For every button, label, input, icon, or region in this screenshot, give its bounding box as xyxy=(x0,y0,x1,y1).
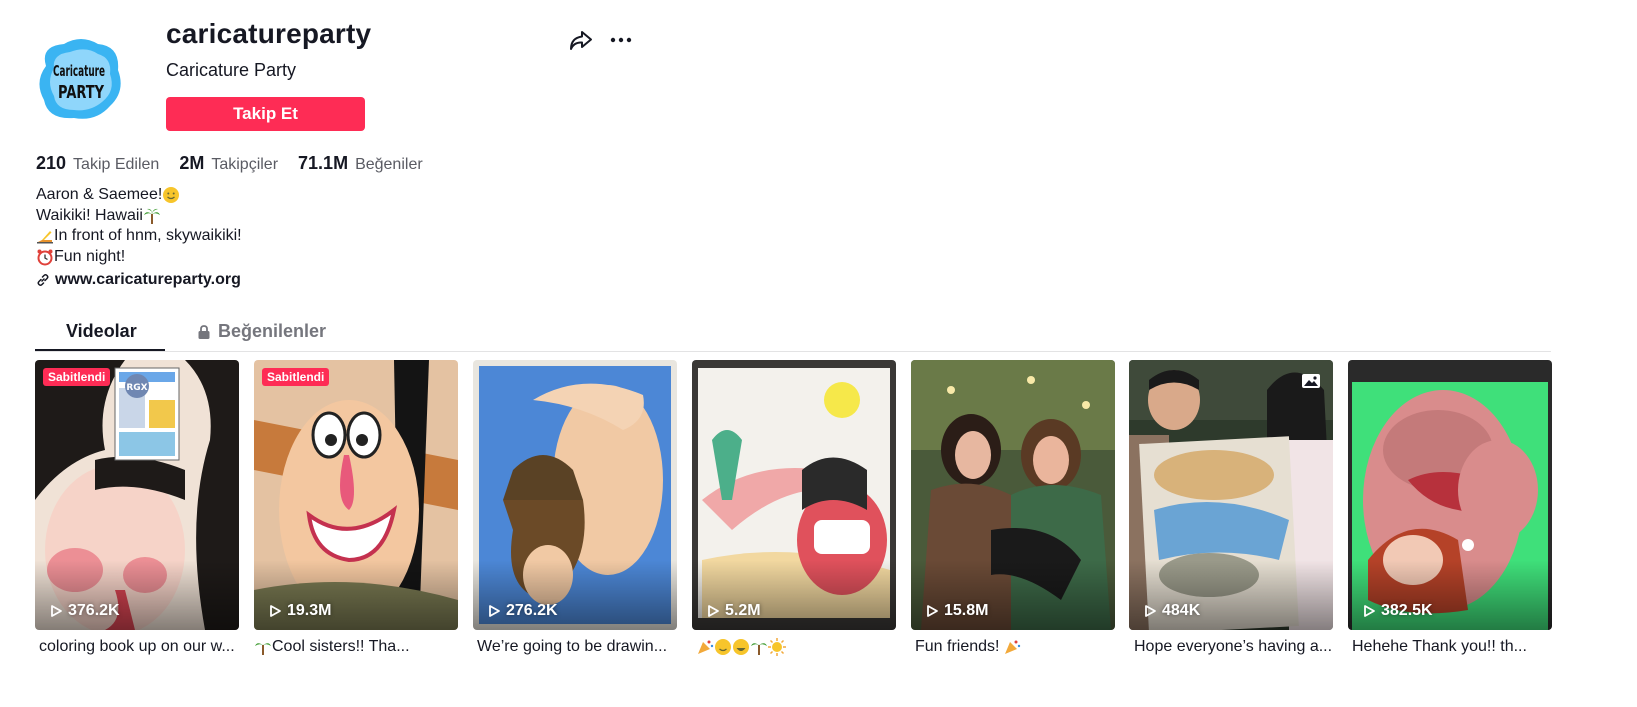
stat-value: 2M xyxy=(179,153,205,173)
stat-following[interactable]: 210 Takip Edilen xyxy=(36,153,159,174)
view-count-value: 376.2K xyxy=(68,602,120,619)
writing-hand-icon xyxy=(37,231,53,244)
video-thumbnail xyxy=(692,360,896,630)
view-count: 15.8M xyxy=(925,602,988,620)
video-thumbnail xyxy=(254,360,458,630)
more-icon[interactable] xyxy=(608,28,634,52)
play-icon xyxy=(1364,605,1375,617)
bio-text: In front of hnm, skywaikiki! xyxy=(54,227,242,244)
video-thumbnail xyxy=(1129,360,1333,630)
view-count-value: 484K xyxy=(1162,602,1201,619)
avatar-text-top: Caricature xyxy=(53,62,105,80)
video-card[interactable]: 15.8M xyxy=(911,360,1115,630)
video-caption-text: Fun friends! xyxy=(915,638,1000,655)
lock-icon xyxy=(198,324,210,339)
palm-tree-icon xyxy=(143,208,160,224)
share-icon[interactable] xyxy=(568,28,594,52)
stat-likes: 71.1M Beğeniler xyxy=(298,153,423,174)
tab-underline xyxy=(35,349,165,351)
bio-text: Fun night! xyxy=(54,247,126,265)
laughing-face-icon xyxy=(733,639,749,655)
play-icon xyxy=(489,605,500,617)
view-count-value: 15.8M xyxy=(944,602,989,619)
bio: Aaron & Saemee! Waikiki! Hawaii In front… xyxy=(36,185,242,267)
smiling-face-icon xyxy=(163,187,180,204)
link-icon xyxy=(37,274,49,286)
bio-line: Waikiki! Hawaii xyxy=(36,206,242,227)
avatar-text-bottom: PARTY xyxy=(58,82,105,103)
view-count: 484K xyxy=(1143,602,1200,620)
username: caricatureparty xyxy=(166,18,372,49)
view-count-value: 276.2K xyxy=(506,602,558,619)
avatar[interactable]: Caricature PARTY xyxy=(36,36,122,122)
bio-text: Aaron & Saemee! xyxy=(36,186,163,203)
profile-link-text: www.caricatureparty.org xyxy=(55,271,241,288)
stat-label: Takipçiler xyxy=(211,156,279,173)
tab-videos[interactable]: Videolar xyxy=(66,321,137,342)
play-icon xyxy=(270,605,281,617)
follow-button[interactable]: Takip Et xyxy=(166,97,365,131)
video-caption-text: Cool sisters!! Tha... xyxy=(272,638,410,655)
party-popper-icon xyxy=(1005,640,1021,654)
profile-tabs: Videolar Beğenilenler xyxy=(35,312,1551,352)
palm-tree-icon xyxy=(255,643,271,655)
bio-text: Waikiki! Hawaii xyxy=(36,206,143,224)
video-card[interactable]: 5.2M xyxy=(692,360,896,630)
play-icon xyxy=(708,605,719,617)
bio-line: Aaron & Saemee! xyxy=(36,185,242,206)
view-count: 382.5K xyxy=(1362,602,1433,620)
video-thumbnail xyxy=(473,360,677,630)
video-thumbnail xyxy=(911,360,1115,630)
tab-liked[interactable]: Beğenilenler xyxy=(197,321,326,342)
view-count: 5.2M xyxy=(706,602,761,620)
pinned-badge: Sabitlendi xyxy=(43,368,111,386)
nickname: Caricature Party xyxy=(166,60,297,80)
video-caption[interactable] xyxy=(696,638,900,656)
video-card[interactable]: 484K xyxy=(1129,360,1333,630)
palm-tree-icon xyxy=(751,643,767,655)
pinned-badge: Sabitlendi xyxy=(262,368,330,386)
view-count: 19.3M xyxy=(268,602,331,620)
stat-value: 71.1M xyxy=(298,153,349,173)
profile-stats: 210 Takip Edilen 2M Takipçiler 71.1M Beğ… xyxy=(36,153,443,174)
video-caption[interactable]: Hope everyone’s having a... xyxy=(1134,638,1338,656)
video-caption[interactable]: coloring book up on our w... xyxy=(39,638,243,656)
play-icon xyxy=(51,605,62,617)
video-thumbnail xyxy=(1348,360,1552,630)
video-card[interactable]: RGX Sabitlendi 376.2K xyxy=(35,360,239,630)
profile-link[interactable]: www.caricatureparty.org xyxy=(36,271,241,289)
alarm-clock-icon xyxy=(37,249,53,266)
party-popper-icon xyxy=(698,640,714,654)
photo-icon xyxy=(1302,374,1320,388)
view-count: 376.2K xyxy=(49,602,120,620)
video-grid: RGX Sabitlendi 376.2K coloring book up o… xyxy=(35,360,1555,656)
overlay-badge: RGX xyxy=(126,383,147,393)
video-caption[interactable]: Hehehe Thank you!! th... xyxy=(1352,638,1556,656)
stat-label: Takip Edilen xyxy=(73,156,160,173)
stat-followers[interactable]: 2M Takipçiler xyxy=(179,153,278,174)
video-thumbnail: RGX xyxy=(35,360,239,630)
video-caption[interactable]: Cool sisters!! Tha... xyxy=(254,638,458,656)
video-card[interactable]: 276.2K xyxy=(473,360,677,630)
video-caption[interactable]: Fun friends! xyxy=(915,638,1119,656)
video-card[interactable]: Sabitlendi 19.3M xyxy=(254,360,458,630)
video-card[interactable]: 382.5K xyxy=(1348,360,1552,630)
video-caption[interactable]: We’re going to be drawin... xyxy=(477,638,681,656)
tab-label: Videolar xyxy=(66,321,137,341)
sun-icon xyxy=(768,638,786,656)
view-count-value: 19.3M xyxy=(287,602,332,619)
smiling-face-icon xyxy=(715,639,731,655)
tab-label: Beğenilenler xyxy=(218,321,327,341)
stat-label: Beğeniler xyxy=(355,156,423,173)
play-icon xyxy=(927,605,938,617)
view-count: 276.2K xyxy=(487,602,558,620)
bio-line: In front of hnm, skywaikiki! xyxy=(36,226,242,247)
view-count-value: 382.5K xyxy=(1381,602,1433,619)
stat-value: 210 xyxy=(36,153,67,173)
bio-line: Fun night! xyxy=(36,247,242,268)
view-count-value: 5.2M xyxy=(725,602,761,619)
play-icon xyxy=(1145,605,1156,617)
